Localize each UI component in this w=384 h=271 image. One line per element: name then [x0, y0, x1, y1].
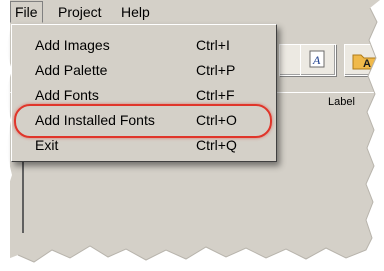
menu-item-add-images[interactable]: Add Images Ctrl+I	[12, 33, 274, 58]
menu-item-label: Add Fonts	[35, 87, 99, 103]
menu-item-label: Exit	[35, 137, 59, 153]
menu-item-label: Add Palette	[35, 62, 108, 78]
menu-bar: File Project Help	[10, 0, 380, 25]
file-dropdown-menu: Add Images Ctrl+I Add Palette Ctrl+P Add…	[11, 24, 277, 162]
menu-file[interactable]: File	[10, 1, 43, 23]
menu-item-shortcut: Ctrl+P	[196, 62, 236, 78]
menu-item-shortcut: Ctrl+I	[196, 37, 230, 53]
toolbar-installed-font-button[interactable]: A	[344, 44, 384, 76]
menu-item-add-palette[interactable]: Add Palette Ctrl+P	[12, 58, 274, 83]
column-header-label[interactable]: Label	[328, 96, 355, 108]
folder-font-icon: A	[352, 54, 377, 70]
font-a-icon: A	[309, 50, 325, 68]
menu-item-label: Add Images	[35, 37, 110, 53]
menu-help[interactable]: Help	[121, 4, 150, 20]
toolbar-font-button[interactable]: A	[300, 44, 336, 76]
menu-item-shortcut: Ctrl+F	[196, 87, 235, 103]
highlight-ring	[14, 104, 272, 138]
menu-project[interactable]: Project	[58, 4, 102, 20]
svg-text:A: A	[312, 53, 321, 67]
screenshot-canvas: File Project Help A A Label Add Images C…	[0, 0, 384, 271]
menu-item-shortcut: Ctrl+Q	[196, 137, 237, 153]
svg-text:A: A	[363, 58, 371, 70]
